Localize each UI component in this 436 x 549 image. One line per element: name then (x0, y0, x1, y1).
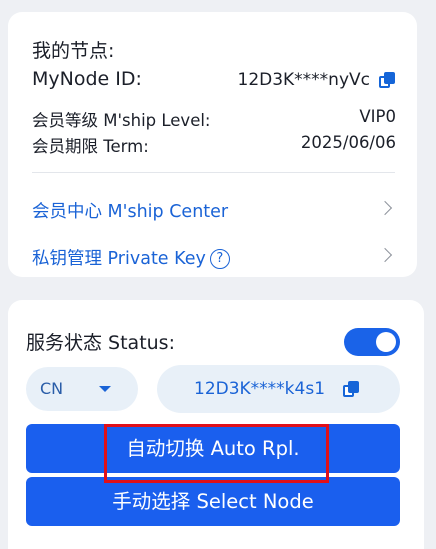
caret-down-icon (99, 386, 111, 392)
node-id-value: 12D3K****nyVc (237, 70, 371, 90)
node-info-card: 我的节点: MyNode ID: 12D3K****nyVc 会员等级 M'sh… (8, 12, 417, 277)
service-status-toggle[interactable] (344, 328, 400, 356)
private-key-label: 私钥管理 Private Key (32, 249, 206, 269)
selected-node-pill[interactable]: 12D3K****k4s1 (157, 365, 400, 413)
membership-center-label: 会员中心 M'ship Center (32, 202, 229, 222)
toggle-knob (376, 332, 396, 352)
chevron-right-icon (377, 247, 393, 263)
copy-icon[interactable] (379, 72, 396, 89)
private-key-link[interactable]: 私钥管理 Private Key? (8, 237, 417, 277)
region-value: CN (40, 379, 64, 398)
membership-term-label: 会员期限 Term: (32, 137, 149, 156)
membership-term-value: 2025/06/06 (300, 133, 396, 152)
node-id-label: MyNode ID: (32, 68, 142, 90)
region-select[interactable]: CN (26, 367, 138, 411)
select-node-button[interactable]: 手动选择 Select Node (26, 477, 400, 526)
membership-level-label: 会员等级 M'ship Level: (32, 111, 211, 130)
selected-node-value: 12D3K****k4s1 (194, 379, 326, 399)
private-key-label-wrap: 私钥管理 Private Key? (32, 245, 230, 270)
help-icon[interactable]: ? (209, 249, 230, 269)
chevron-right-icon (377, 200, 393, 216)
membership-level-value: VIP0 (359, 107, 396, 126)
copy-icon[interactable] (343, 381, 360, 398)
node-card-title: 我的节点: (32, 40, 115, 62)
divider (32, 172, 395, 173)
highlight-box (104, 424, 329, 483)
service-status-label: 服务状态 Status: (26, 332, 175, 354)
membership-center-link[interactable]: 会员中心 M'ship Center (8, 190, 417, 230)
